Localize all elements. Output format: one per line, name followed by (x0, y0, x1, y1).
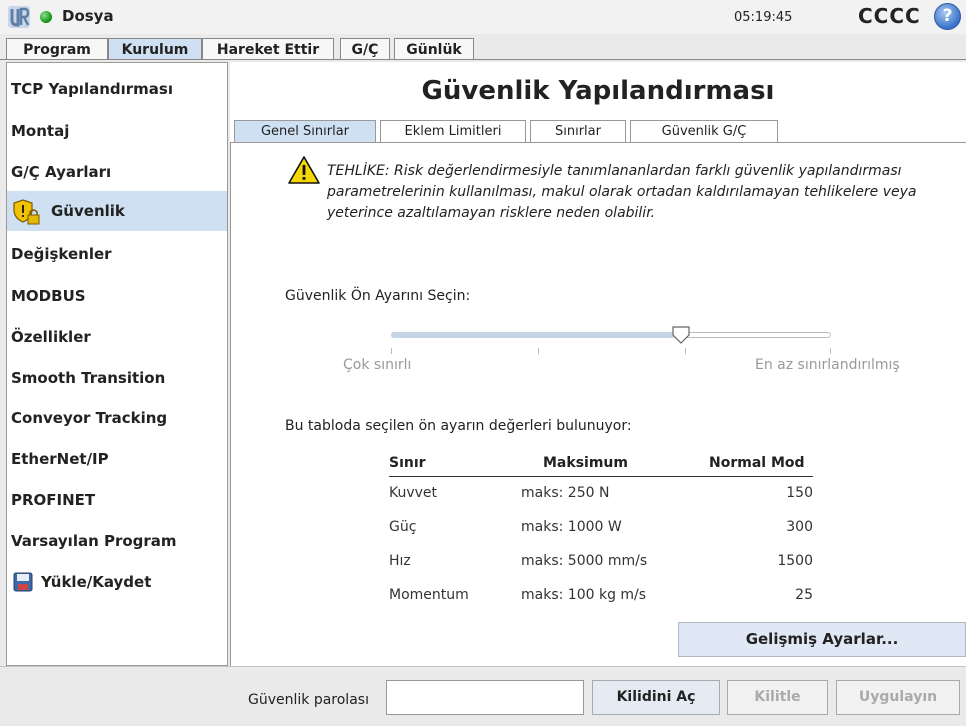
sidebar-item-montaj[interactable]: Montaj (7, 111, 227, 151)
table-header-divider (389, 476, 813, 477)
column-header-maximum: Maksimum (543, 455, 628, 471)
sidebar-item-io-settings[interactable]: G/Ç Ayarları (7, 152, 227, 192)
tab-hareket-ettir[interactable]: Hareket Ettir (202, 38, 334, 60)
table-cell: maks: 1000 W (521, 519, 622, 535)
lock-button[interactable]: Kilitle (727, 680, 828, 715)
sidebar-item-modbus[interactable]: MODBUS (7, 276, 227, 316)
warning-icon (288, 156, 320, 184)
safety-password-input[interactable] (386, 680, 584, 715)
page-title: Güvenlik Yapılandırması (421, 76, 775, 106)
file-menu[interactable]: Dosya (62, 7, 114, 25)
slider-tick (830, 348, 831, 354)
preset-label: Güvenlik Ön Ayarını Seçin: (285, 288, 471, 304)
sidebar-item-tcp[interactable]: TCP Yapılandırması (7, 69, 227, 109)
tab-general-limits[interactable]: Genel Sınırlar (234, 120, 376, 142)
slider-tick (538, 348, 539, 354)
tab-kurulum[interactable]: Kurulum (108, 38, 202, 60)
slider-max-label: En az sınırlandırılmış (755, 357, 900, 373)
sidebar-item-degiskenler[interactable]: Değişkenler (7, 234, 227, 274)
preset-slider-handle[interactable] (671, 325, 691, 345)
table-cell: Momentum (389, 587, 469, 603)
shield-lock-icon (13, 199, 40, 225)
unlock-button[interactable]: Kilidini Aç (592, 680, 720, 715)
tab-program[interactable]: Program (6, 38, 108, 60)
sidebar-item-default-program[interactable]: Varsayılan Program (7, 521, 227, 561)
main-panel: Güvenlik Yapılandırması Genel Sınırlar E… (230, 62, 966, 666)
slider-tick (685, 348, 686, 354)
tab-safety-io[interactable]: Güvenlik G/Ç (630, 120, 778, 142)
table-cell: Kuvvet (389, 485, 438, 501)
tab-gunluk[interactable]: Günlük (394, 38, 474, 60)
table-cell: maks: 5000 mm/s (521, 553, 648, 569)
table-cell: 1500 (777, 553, 813, 569)
sidebar-item-load-save[interactable]: Yükle/Kaydet (7, 562, 227, 602)
floppy-disk-icon (13, 572, 33, 592)
table-cell: 300 (786, 519, 813, 535)
sidebar: TCP Yapılandırması Montaj G/Ç Ayarları G… (6, 62, 228, 666)
column-header-limit: Sınır (389, 455, 426, 471)
preset-slider-fill (391, 332, 682, 338)
sidebar-item-profinet[interactable]: PROFINET (7, 480, 227, 520)
tab-divider (0, 59, 966, 60)
tab-gc[interactable]: G/Ç (340, 38, 390, 60)
status-indicator-icon (40, 11, 52, 23)
advanced-settings-button[interactable]: Gelişmiş Ayarlar... (678, 622, 966, 657)
sidebar-item-ozellikler[interactable]: Özellikler (7, 317, 227, 357)
help-icon[interactable]: ? (934, 3, 961, 30)
table-caption: Bu tabloda seçilen ön ayarın değerleri b… (285, 418, 632, 434)
column-header-normal-mode: Normal Mod (709, 455, 805, 471)
robot-name: CCCC (858, 4, 921, 28)
sidebar-item-label: Yükle/Kaydet (41, 573, 152, 591)
tab-joint-limits[interactable]: Eklem Limitleri (380, 120, 526, 142)
table-cell: 25 (795, 587, 813, 603)
apply-button[interactable]: Uygulayın (836, 680, 960, 715)
password-label: Güvenlik parolası (248, 692, 369, 708)
ur-logo-icon (8, 6, 30, 28)
tab-boundaries[interactable]: Sınırlar (530, 120, 626, 142)
sidebar-item-smooth-transition[interactable]: Smooth Transition (7, 358, 227, 398)
table-cell: maks: 100 kg m/s (521, 587, 647, 603)
danger-warning-text: TEHLİKE: Risk değerlendirmesiyle tanımla… (327, 163, 917, 221)
slider-min-label: Çok sınırlı (343, 357, 412, 373)
sidebar-item-conveyor-tracking[interactable]: Conveyor Tracking (7, 398, 227, 438)
slider-tick (391, 348, 392, 354)
table-cell: Güç (389, 519, 417, 535)
general-limits-panel: TEHLİKE: Risk değerlendirmesiyle tanımla… (230, 142, 966, 666)
title-bar (0, 0, 966, 34)
sidebar-item-label: Güvenlik (51, 202, 125, 220)
table-cell: Hız (389, 553, 411, 569)
table-cell: 150 (786, 485, 813, 501)
sidebar-item-ethernet-ip[interactable]: EtherNet/IP (7, 439, 227, 479)
clock: 05:19:45 (734, 10, 793, 25)
table-cell: maks: 250 N (521, 485, 610, 501)
